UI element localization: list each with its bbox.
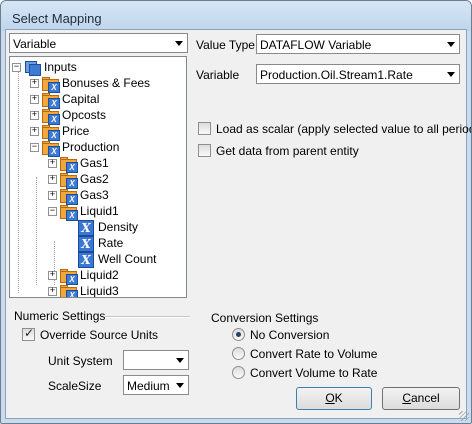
resize-grip[interactable] [459, 411, 469, 421]
folder-variable-icon: X [60, 156, 78, 173]
collapse-icon[interactable]: − [48, 207, 57, 216]
chevron-down-icon [176, 358, 184, 363]
ok-mnemonic: O [325, 391, 335, 405]
tree-node-label: Production [62, 140, 120, 154]
collapse-icon[interactable]: − [30, 143, 39, 152]
expand-icon[interactable]: + [30, 127, 39, 136]
radio-volume-to-rate[interactable] [232, 366, 245, 379]
scale-size-label: ScaleSize [48, 379, 102, 393]
folder-variable-icon: X [42, 140, 60, 157]
expand-icon[interactable]: + [48, 159, 57, 168]
load-as-scalar-label[interactable]: Load as scalar (apply selected value to … [216, 122, 471, 136]
parent-entity-checkbox[interactable] [198, 144, 211, 157]
chevron-down-icon [176, 383, 184, 388]
chevron-down-icon [447, 42, 455, 47]
tree-node-label: Opcosts [62, 108, 107, 122]
expand-icon[interactable]: + [48, 271, 57, 280]
tree-node-label: Inputs [44, 60, 77, 74]
tree-node-label: Liquid1 [80, 204, 119, 218]
window-title: Select Mapping [12, 11, 102, 26]
radio-no-conversion[interactable] [232, 328, 245, 341]
variable-combo[interactable]: Production.Oil.Stream1.Rate [256, 64, 460, 84]
folder-variable-icon: X [60, 284, 78, 297]
chevron-down-icon [175, 41, 183, 46]
ok-button[interactable]: OK [296, 387, 372, 410]
radio-no-conversion-label[interactable]: No Conversion [250, 328, 329, 342]
load-as-scalar-checkbox[interactable] [198, 122, 211, 135]
scale-size-combo[interactable]: Medium [123, 375, 189, 395]
tree-node-label: Rate [98, 236, 124, 250]
radio-rate-to-volume[interactable] [232, 347, 245, 360]
select-mapping-dialog: Select Mapping Variable − Inputs + X Bon… [0, 0, 472, 424]
cancel-button[interactable]: Cancel [382, 387, 460, 410]
cancel-label-rest: ancel [410, 391, 440, 405]
expand-icon[interactable]: + [48, 175, 57, 184]
inputs-root-icon [24, 59, 41, 76]
tree-node-label: Liquid2 [80, 268, 119, 282]
scale-size-value: Medium [127, 379, 170, 393]
tree-node-label: Well Count [98, 252, 157, 266]
conversion-settings-title: Conversion Settings [211, 311, 319, 325]
value-type-label: Value Type [196, 38, 255, 52]
expand-icon[interactable]: + [30, 95, 39, 104]
tree-node-label: Density [98, 220, 139, 234]
tree-connector [18, 69, 19, 293]
dialog-client-area: Variable − Inputs + X Bonuses & Fees + X… [5, 29, 471, 419]
unit-system-combo[interactable] [123, 350, 189, 370]
folder-variable-icon: X [60, 204, 78, 221]
variable-icon: X [78, 220, 94, 236]
unit-system-label: Unit System [48, 354, 113, 368]
expand-icon[interactable]: + [48, 191, 57, 200]
override-source-units-checkbox[interactable] [22, 326, 35, 341]
parent-entity-label[interactable]: Get data from parent entity [216, 144, 359, 158]
value-type-value: DATAFLOW Variable [260, 38, 372, 52]
category-combo[interactable]: Variable [9, 33, 188, 53]
tree-connector [36, 177, 37, 285]
folder-variable-icon: X [42, 76, 60, 93]
variable-icon: X [78, 236, 94, 252]
value-type-combo[interactable]: DATAFLOW Variable [256, 34, 460, 54]
folder-variable-icon: X [60, 188, 78, 205]
expand-icon[interactable]: + [48, 287, 57, 296]
cancel-mnemonic: C [402, 391, 411, 405]
tree-node-label: Capital [62, 92, 100, 106]
radio-volume-to-rate-label[interactable]: Convert Volume to Rate [250, 366, 377, 380]
title-bar[interactable]: Select Mapping [1, 1, 471, 31]
override-source-units-label[interactable]: Override Source Units [40, 328, 158, 342]
tree-node-label: Price [62, 124, 90, 138]
variable-icon: X [78, 252, 94, 268]
tree-node-label: Gas2 [80, 172, 109, 186]
numeric-settings-title: Numeric Settings [14, 309, 106, 323]
ok-label-rest: K [334, 391, 343, 405]
variable-value: Production.Oil.Stream1.Rate [260, 68, 413, 82]
expand-icon[interactable]: + [30, 111, 39, 120]
variable-label: Variable [196, 68, 240, 82]
folder-variable-icon: X [60, 268, 78, 285]
folder-variable-icon: X [42, 108, 60, 125]
expand-icon[interactable]: + [30, 79, 39, 88]
mapping-tree[interactable]: − Inputs + X Bonuses & Fees + X Capital … [9, 56, 187, 298]
folder-variable-icon: X [42, 124, 60, 141]
numeric-settings-divider [105, 316, 190, 318]
tree-node-label: Liquid3 [80, 284, 119, 298]
radio-rate-to-volume-label[interactable]: Convert Rate to Volume [250, 347, 377, 361]
folder-variable-icon: X [60, 172, 78, 189]
folder-variable-icon: X [42, 92, 60, 109]
tree-node-label: Gas1 [80, 156, 109, 170]
category-combo-value: Variable [13, 37, 57, 51]
tree-node-label: Gas3 [80, 188, 109, 202]
collapse-icon[interactable]: − [12, 63, 21, 72]
tree-node-label: Bonuses & Fees [62, 76, 151, 90]
chevron-down-icon [447, 72, 455, 77]
